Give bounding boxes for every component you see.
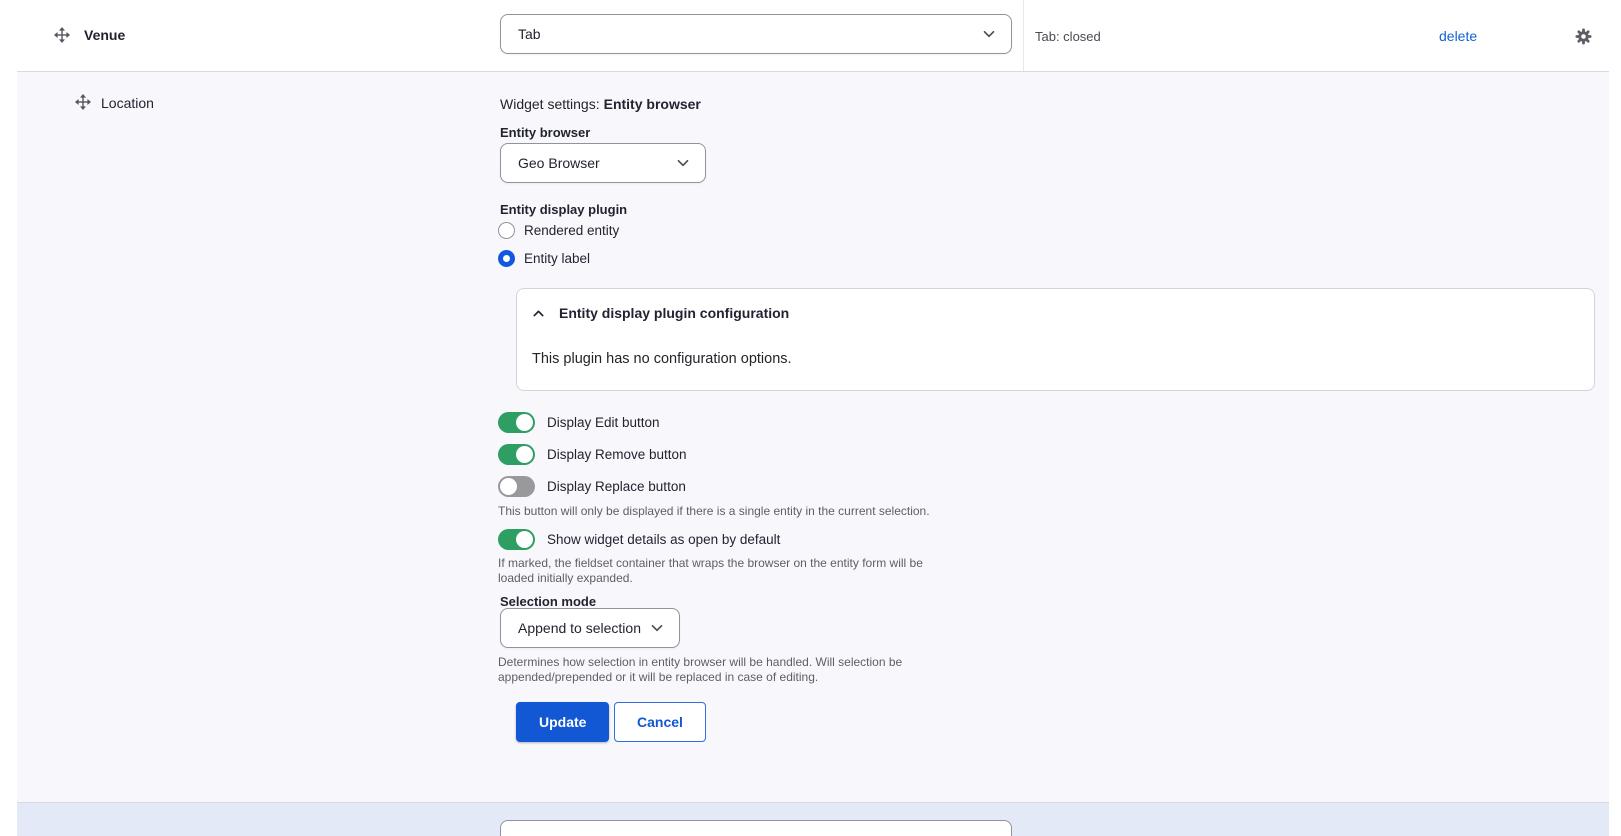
widget-settings-title-prefix: Widget settings: <box>500 96 600 112</box>
toggle-knob <box>516 446 533 463</box>
toggle-switch[interactable] <box>498 529 535 550</box>
toggle-switch[interactable] <box>498 444 535 465</box>
entity-browser-select-value: Geo Browser <box>518 155 600 171</box>
toggle-label: Display Remove button <box>547 447 687 462</box>
toggle-label: Display Replace button <box>547 479 686 494</box>
form-display-page: Venue Tab Tab: closed delete Location Wi… <box>0 0 1621 836</box>
plugin-config-summary[interactable]: Entity display plugin configuration <box>531 305 789 321</box>
toggle-row-display-remove: Display Remove button <box>498 444 687 465</box>
venue-drag-handle[interactable] <box>54 27 70 48</box>
chevron-up-icon <box>531 306 546 321</box>
entity-browser-label: Entity browser <box>500 125 591 140</box>
toggle-label: Show widget details as open by default <box>547 532 781 547</box>
selection-mode-select-value: Append to selection <box>518 620 641 636</box>
toggle-row-display-replace: Display Replace button <box>498 476 686 497</box>
radio-label: Rendered entity <box>524 223 620 238</box>
selection-mode-select[interactable]: Append to selection <box>500 608 680 648</box>
next-row-widget-select[interactable] <box>500 820 1012 836</box>
move-cross-icon <box>54 27 70 43</box>
chevron-down-icon <box>649 620 665 636</box>
plugin-config-details: Entity display plugin configuration This… <box>516 288 1595 391</box>
entity-display-plugin-label: Entity display plugin <box>500 202 628 217</box>
radio-icon[interactable] <box>498 222 515 239</box>
cancel-button[interactable]: Cancel <box>614 702 706 742</box>
widget-status-summary: Tab: closed <box>1035 29 1101 44</box>
plugin-config-title: Entity display plugin configuration <box>559 305 790 321</box>
replace-button-description: This button will only be displayed if th… <box>498 504 930 518</box>
toggle-row-show-widget-details: Show widget details as open by default <box>498 529 780 550</box>
venue-field-label: Venue <box>84 27 126 43</box>
radio-entity-label[interactable]: Entity label <box>498 250 590 267</box>
radio-label: Entity label <box>524 251 591 266</box>
toggle-row-display-edit: Display Edit button <box>498 412 660 433</box>
location-field-label: Location <box>101 95 154 111</box>
widget-settings-panel <box>17 72 1609 802</box>
toggle-knob <box>516 414 533 431</box>
radio-icon[interactable] <box>498 250 515 267</box>
update-button[interactable]: Update <box>516 702 610 742</box>
show-widget-details-description: If marked, the fieldset container that w… <box>498 556 923 585</box>
widget-settings-button[interactable] <box>1575 28 1592 50</box>
chevron-down-icon <box>981 26 997 42</box>
selection-mode-description: Determines how selection in entity brows… <box>498 655 903 684</box>
selection-mode-label: Selection mode <box>500 594 597 609</box>
delete-link[interactable]: delete <box>1439 28 1477 44</box>
venue-widget-select[interactable]: Tab <box>500 14 1012 54</box>
gear-icon <box>1575 28 1592 45</box>
toggle-knob <box>500 478 517 495</box>
widget-settings-title-widget: Entity browser <box>603 96 701 112</box>
widget-settings-title: Widget settings: Entity browser <box>500 96 701 112</box>
location-drag-handle[interactable] <box>75 94 91 115</box>
toggle-label: Display Edit button <box>547 415 660 430</box>
plugin-config-body: This plugin has no configuration options… <box>532 351 792 367</box>
chevron-down-icon <box>675 155 691 171</box>
toggle-knob <box>516 531 533 548</box>
cell-divider <box>1023 0 1024 71</box>
move-cross-icon <box>75 94 91 110</box>
radio-rendered-entity[interactable]: Rendered entity <box>498 222 619 239</box>
toggle-switch[interactable] <box>498 412 535 433</box>
entity-browser-select[interactable]: Geo Browser <box>500 143 706 183</box>
toggle-switch[interactable] <box>498 476 535 497</box>
venue-widget-select-value: Tab <box>518 26 541 42</box>
